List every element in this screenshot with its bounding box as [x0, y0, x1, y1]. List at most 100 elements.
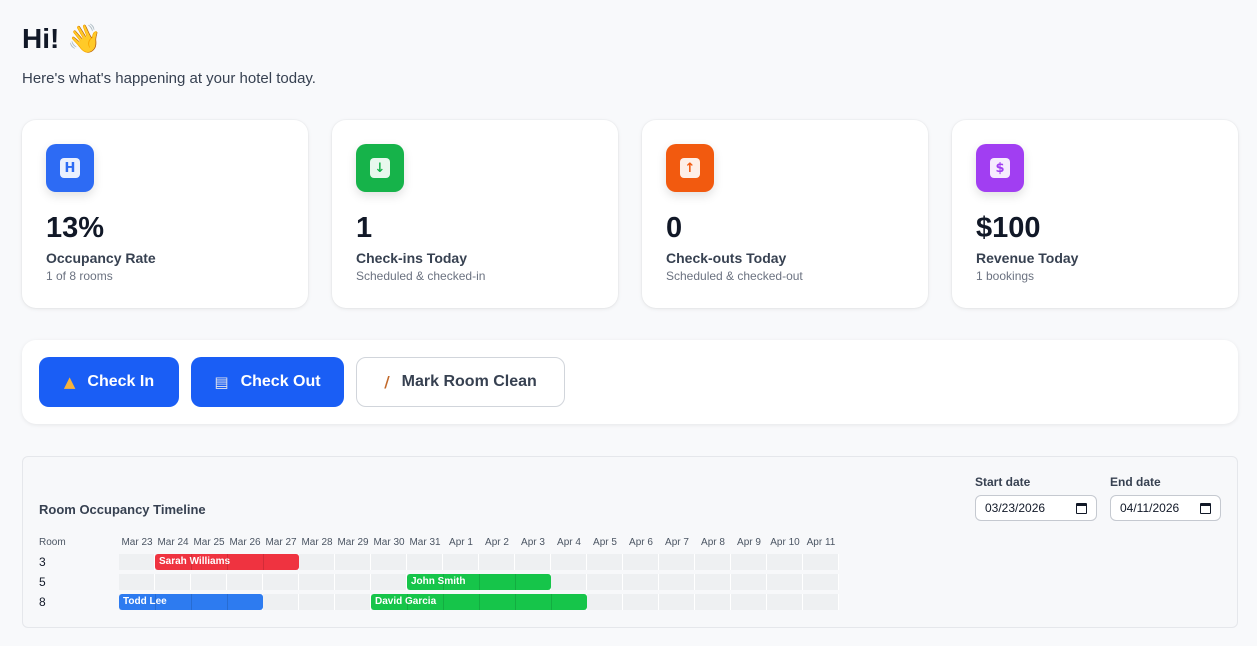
- date-column-label: Apr 1: [449, 537, 473, 548]
- stat-value: 13%: [46, 212, 105, 244]
- date-column-label: Mar 30: [373, 537, 405, 548]
- day-cell[interactable]: [803, 574, 839, 590]
- end-date-label: End date: [1110, 475, 1161, 489]
- receipt-icon: ▤: [214, 373, 229, 391]
- stat-label: Check-outs Today: [666, 250, 787, 266]
- date-column-label: Mar 23: [121, 537, 153, 548]
- day-cell[interactable]: [407, 554, 443, 570]
- day-cell[interactable]: [551, 554, 587, 570]
- day-cell[interactable]: [767, 594, 803, 610]
- day-cell[interactable]: [695, 574, 731, 590]
- room-occupancy-timeline: Room Occupancy Timeline Start date 03/23…: [22, 456, 1238, 628]
- waving-hand-icon: 👋: [67, 22, 103, 55]
- money-bag-icon: $: [976, 144, 1024, 192]
- day-cell[interactable]: [299, 554, 335, 570]
- booking-guest-name: John Smith: [411, 576, 466, 587]
- date-column-label: Apr 11: [806, 537, 836, 548]
- day-cell[interactable]: [731, 554, 767, 570]
- day-cell[interactable]: [659, 554, 695, 570]
- day-cell[interactable]: [191, 574, 227, 590]
- date-column-label: Mar 29: [337, 537, 369, 548]
- day-cell[interactable]: [371, 554, 407, 570]
- day-cell[interactable]: [587, 554, 623, 570]
- day-cell[interactable]: [623, 594, 659, 610]
- day-cell[interactable]: [767, 554, 803, 570]
- date-column-label: Mar 28: [301, 537, 333, 548]
- day-cell[interactable]: [767, 574, 803, 590]
- date-column-label: Mar 27: [265, 537, 297, 548]
- day-cell[interactable]: [335, 554, 371, 570]
- date-column-label: Mar 24: [157, 537, 189, 548]
- start-date-field: Start date 03/23/2026: [975, 475, 1097, 521]
- day-cell[interactable]: [623, 554, 659, 570]
- start-date-label: Start date: [975, 475, 1031, 489]
- day-cell[interactable]: [335, 594, 371, 610]
- calendar-icon[interactable]: [1076, 502, 1087, 514]
- day-cell[interactable]: [551, 574, 587, 590]
- day-divider: [515, 594, 516, 610]
- quick-actions: ▲ Check In ▤ Check Out / Mark Room Clean: [22, 340, 1238, 424]
- date-column-label: Mar 26: [229, 537, 261, 548]
- date-column-label: Apr 2: [485, 537, 509, 548]
- day-cell[interactable]: [299, 594, 335, 610]
- day-divider: [191, 554, 192, 570]
- day-cell[interactable]: [299, 574, 335, 590]
- booking-bar[interactable]: Sarah Williams: [155, 554, 299, 570]
- day-cell[interactable]: [587, 594, 623, 610]
- day-divider: [263, 554, 264, 570]
- day-divider: [407, 594, 408, 610]
- day-cell[interactable]: [803, 594, 839, 610]
- day-cell[interactable]: [335, 574, 371, 590]
- day-cell[interactable]: [587, 574, 623, 590]
- timeline-title: Room Occupancy Timeline: [39, 502, 206, 517]
- day-cell[interactable]: [659, 594, 695, 610]
- day-cell[interactable]: [263, 594, 299, 610]
- stats-row: H 13% Occupancy Rate 1 of 8 rooms ↓ 1 Ch…: [22, 120, 1238, 308]
- stat-value: 1: [356, 212, 373, 244]
- check-out-button[interactable]: ▤ Check Out: [191, 357, 344, 407]
- day-cell[interactable]: [479, 554, 515, 570]
- day-divider: [479, 594, 480, 610]
- page-title: Hi! 👋: [22, 22, 103, 55]
- day-cell[interactable]: [731, 574, 767, 590]
- booking-bar[interactable]: David Garcia: [371, 594, 587, 610]
- stat-card-checkins: ↓ 1 Check-ins Today Scheduled & checked-…: [332, 120, 618, 308]
- stat-sub: 1 of 8 rooms: [46, 269, 113, 283]
- day-cell[interactable]: [515, 554, 551, 570]
- day-cell[interactable]: [623, 574, 659, 590]
- broom-icon: /: [384, 373, 390, 391]
- day-cell[interactable]: [119, 554, 155, 570]
- day-cell[interactable]: [119, 574, 155, 590]
- day-divider: [155, 594, 156, 610]
- inbox-in-icon: ↓: [356, 144, 404, 192]
- day-cell[interactable]: [227, 574, 263, 590]
- day-divider: [515, 574, 516, 590]
- day-cell[interactable]: [803, 554, 839, 570]
- end-date-input[interactable]: 04/11/2026: [1110, 495, 1221, 521]
- date-column-label: Apr 4: [557, 537, 581, 548]
- day-cell[interactable]: [695, 594, 731, 610]
- stat-card-occupancy: H 13% Occupancy Rate 1 of 8 rooms: [22, 120, 308, 308]
- stat-sub: Scheduled & checked-out: [666, 269, 803, 283]
- start-date-input[interactable]: 03/23/2026: [975, 495, 1097, 521]
- day-cell[interactable]: [731, 594, 767, 610]
- booking-bar[interactable]: Todd Lee: [119, 594, 263, 610]
- day-cell[interactable]: [695, 554, 731, 570]
- day-cell[interactable]: [371, 574, 407, 590]
- page-subtitle: Here's what's happening at your hotel to…: [22, 70, 316, 87]
- day-divider: [191, 594, 192, 610]
- stat-label: Revenue Today: [976, 250, 1079, 266]
- day-cell[interactable]: [659, 574, 695, 590]
- booking-bar[interactable]: John Smith: [407, 574, 551, 590]
- calendar-icon[interactable]: [1200, 502, 1211, 514]
- mark-room-clean-button[interactable]: / Mark Room Clean: [356, 357, 565, 407]
- booking-guest-name: Sarah Williams: [159, 556, 231, 567]
- check-in-button[interactable]: ▲ Check In: [39, 357, 179, 407]
- bell-icon: ▲: [63, 373, 76, 391]
- date-column-label: Apr 6: [629, 537, 653, 548]
- day-cell[interactable]: [155, 574, 191, 590]
- day-cell[interactable]: [263, 574, 299, 590]
- date-column-label: Mar 25: [193, 537, 225, 548]
- day-cell[interactable]: [443, 554, 479, 570]
- day-divider: [443, 574, 444, 590]
